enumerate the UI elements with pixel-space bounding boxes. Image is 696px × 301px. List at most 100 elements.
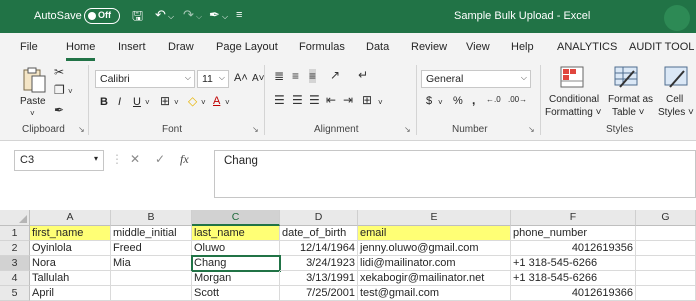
tab-analytics[interactable]: ANALYTICS [557,41,617,53]
paste-label[interactable]: Paste [20,96,46,107]
tab-draw[interactable]: Draw [168,41,194,53]
table-cell[interactable]: 3/24/1923 [280,256,358,271]
table-cell[interactable]: last_name [192,226,280,241]
decrease-decimal-icon[interactable]: .00→ [508,95,527,104]
cut-icon[interactable]: ✂ [54,65,64,79]
table-cell[interactable]: jenny.oluwo@gmail.com [358,241,511,256]
undo-dropdown-icon[interactable]: ⌵ [168,12,174,22]
table-cell[interactable] [111,271,192,286]
row-header[interactable]: 2 [0,241,30,256]
table-cell[interactable]: April [30,286,111,301]
more-options-icon[interactable]: ⋮ [111,152,123,166]
font-name-select[interactable]: Calibri ⌵ [95,70,195,88]
increase-font-size-icon[interactable]: A˄ [234,72,248,84]
column-header-a[interactable]: A [30,210,111,226]
align-left-icon[interactable]: ☰ [274,93,285,107]
bold-icon[interactable]: B [100,96,108,108]
column-header-f[interactable]: F [511,210,636,226]
column-header-b[interactable]: B [111,210,192,226]
table-cell[interactable]: 12/14/1964 [280,241,358,256]
percent-icon[interactable]: % [453,95,463,107]
copy-icon[interactable]: ❐ [54,83,65,97]
table-cell[interactable]: Oluwo [192,241,280,256]
column-header-d[interactable]: D [280,210,358,226]
table-cell[interactable]: 7/25/2001 [280,286,358,301]
fill-color-icon[interactable]: ◇ [188,94,197,108]
autosave-toggle[interactable]: Off [84,8,120,24]
increase-decimal-icon[interactable]: ←.0 [486,95,501,104]
row-header[interactable]: 5 [0,286,30,301]
table-cell[interactable]: phone_number [511,226,636,241]
tab-page-layout[interactable]: Page Layout [216,41,278,53]
table-cell[interactable]: +1 318-545-6266 [511,256,636,271]
table-cell[interactable]: test@gmail.com [358,286,511,301]
align-middle-icon[interactable]: ≡ [292,69,299,83]
enter-icon[interactable]: ✓ [155,152,165,166]
align-top-icon[interactable]: ≣ [274,69,284,83]
format-painter-icon[interactable]: ✒ [54,103,64,117]
table-cell[interactable] [636,226,696,241]
number-format-select[interactable]: General ⌵ [421,70,531,88]
alignment-launcher-icon[interactable]: ↘ [404,125,411,134]
align-center-icon[interactable]: ☰ [292,93,303,107]
orientation-icon[interactable]: ↗ [330,68,340,82]
paste-icon[interactable] [22,66,48,94]
comma-style-icon[interactable]: , [472,93,475,107]
tab-view[interactable]: View [466,41,490,53]
tab-help[interactable]: Help [511,41,534,53]
paste-dropdown-icon[interactable]: ˅ [30,109,35,118]
table-cell[interactable]: Tallulah [30,271,111,286]
table-cell[interactable]: Freed [111,241,192,256]
align-right-icon[interactable]: ☰ [309,93,320,107]
tab-formulas[interactable]: Formulas [299,41,345,53]
font-size-select[interactable]: 11 ⌵ [197,70,229,88]
column-header-e[interactable]: E [358,210,511,226]
tab-review[interactable]: Review [411,41,447,53]
currency-icon[interactable]: $ [426,95,432,107]
brush-dropdown-icon[interactable]: ⌵ [222,12,228,22]
table-cell[interactable]: 3/13/1991 [280,271,358,286]
table-cell[interactable]: xekabogir@mailinator.net [358,271,511,286]
table-cell[interactable]: first_name [30,226,111,241]
table-cell[interactable]: Nora [30,256,111,271]
increase-indent-icon[interactable]: ⇥ [343,93,353,107]
italic-icon[interactable]: I [118,96,121,108]
row-header[interactable]: 1 [0,226,30,241]
font-launcher-icon[interactable]: ↘ [252,125,259,134]
cancel-icon[interactable]: ✕ [130,152,140,166]
tab-audit-tool[interactable]: AUDIT TOOL [629,41,694,53]
redo-dropdown-icon[interactable]: ⌵ [196,12,202,22]
copy-dropdown-icon[interactable]: ˅ [68,87,73,96]
table-cell[interactable]: Morgan [192,271,280,286]
decrease-indent-icon[interactable]: ⇤ [326,93,336,107]
table-cell[interactable]: Oyinlola [30,241,111,256]
tab-insert[interactable]: Insert [118,41,146,53]
select-all-button[interactable] [0,210,30,226]
clipboard-launcher-icon[interactable]: ↘ [78,125,85,134]
customize-icon[interactable]: ≡ [236,9,242,21]
table-cell[interactable]: Mia [111,256,192,271]
align-bottom-icon[interactable]: ≡ [309,69,317,83]
borders-icon[interactable]: ⊞ [160,94,170,108]
currency-dropdown-icon[interactable]: ˅ [438,98,443,107]
redo-icon[interactable]: ↷ [183,7,194,23]
tab-data[interactable]: Data [366,41,389,53]
table-cell[interactable]: lidi@mailinator.com [358,256,511,271]
tab-home[interactable]: Home [66,41,96,61]
fill-color-dropdown-icon[interactable]: ˅ [201,98,206,107]
wrap-text-icon[interactable]: ↵ [358,68,368,82]
table-cell[interactable]: middle_initial [111,226,192,241]
table-cell[interactable]: Scott [192,286,280,301]
formula-input[interactable]: Chang [214,150,696,198]
row-header[interactable]: 3 [0,256,30,271]
table-cell[interactable] [636,286,696,301]
save-icon[interactable]: 🖫 [132,7,143,29]
number-launcher-icon[interactable]: ↘ [528,125,535,134]
font-color-dropdown-icon[interactable]: ˅ [225,98,230,107]
insert-function-icon[interactable]: fx [180,152,189,167]
borders-dropdown-icon[interactable]: ˅ [174,98,179,107]
font-color-icon[interactable]: A [213,95,220,107]
table-cell[interactable]: date_of_birth [280,226,358,241]
table-cell[interactable] [636,241,696,256]
decrease-font-size-icon[interactable]: A˅ [252,73,265,84]
